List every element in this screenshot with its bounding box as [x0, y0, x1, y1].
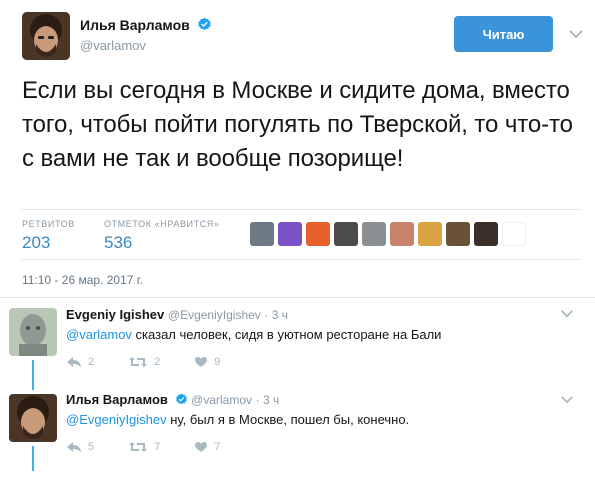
reply-author-name[interactable]: Илья Варламов @varlamov · 3 ч	[66, 392, 279, 407]
reply-time[interactable]: · 3 ч	[256, 393, 280, 407]
retweets-stat[interactable]: РЕТВИТОВ 203	[22, 219, 75, 253]
retweet-button[interactable]: 2	[128, 356, 160, 368]
author-handle[interactable]: @varlamov	[80, 38, 146, 53]
author-name[interactable]: Илья Варламов	[80, 17, 212, 33]
chevron-down-icon[interactable]	[560, 395, 574, 404]
reply-icon	[67, 357, 81, 367]
reply-actions: 2 2 9	[66, 356, 254, 368]
chevron-down-icon[interactable]	[560, 309, 574, 318]
liker-avatar[interactable]	[306, 222, 330, 246]
thread-line	[32, 446, 34, 471]
reply-time[interactable]: · 3 ч	[264, 308, 288, 322]
tweet-timestamp[interactable]: 11:10 - 26 мар. 2017 г.	[22, 273, 143, 287]
thread-line	[32, 360, 34, 390]
retweet-button[interactable]: 7	[128, 441, 160, 453]
reply-handle[interactable]: @varlamov	[191, 393, 252, 407]
likes-stat[interactable]: ОТМЕТОК «НРАВИТСЯ» 536	[104, 219, 220, 253]
reply-text: @varlamov сказал человек, сидя в уютном …	[66, 327, 442, 342]
verified-badge-icon	[175, 393, 187, 405]
likers-avatars	[250, 222, 526, 246]
heart-icon	[195, 442, 208, 452]
reply-avatar[interactable]	[9, 394, 57, 442]
chevron-down-icon[interactable]	[568, 29, 584, 39]
follow-button[interactable]: Читаю	[454, 16, 553, 52]
liker-avatar[interactable]	[390, 222, 414, 246]
liker-avatar[interactable]	[334, 222, 358, 246]
liker-avatar[interactable]	[502, 222, 526, 246]
reply-button[interactable]: 5	[66, 441, 94, 453]
reply-button[interactable]: 2	[66, 356, 94, 368]
liker-avatar[interactable]	[418, 222, 442, 246]
reply-handle[interactable]: @EvgeniyIgishev	[168, 308, 261, 322]
like-button[interactable]: 7	[194, 441, 220, 453]
like-button[interactable]: 9	[194, 356, 220, 368]
retweet-icon	[129, 442, 148, 452]
divider	[22, 209, 581, 210]
verified-badge-icon	[197, 17, 211, 31]
author-avatar[interactable]	[22, 12, 70, 60]
reply-actions: 5 7 7	[66, 441, 254, 453]
divider	[22, 259, 581, 260]
heart-icon	[195, 357, 208, 367]
tweet-text: Если вы сегодня в Москве и сидите дома, …	[22, 77, 573, 172]
liker-avatar[interactable]	[250, 222, 274, 246]
liker-avatar[interactable]	[278, 222, 302, 246]
mention-link[interactable]: @EvgeniyIgishev	[66, 412, 167, 427]
reply-avatar[interactable]	[9, 308, 57, 356]
reply-icon	[67, 442, 81, 452]
divider	[0, 297, 595, 298]
liker-avatar[interactable]	[362, 222, 386, 246]
reply-author-name[interactable]: Evgeniy Igishev @EvgeniyIgishev · 3 ч	[66, 307, 288, 322]
retweet-icon	[129, 357, 148, 367]
mention-link[interactable]: @varlamov	[66, 327, 132, 342]
liker-avatar[interactable]	[446, 222, 470, 246]
reply-text: @EvgeniyIgishev ну, был я в Москве, поше…	[66, 412, 410, 427]
liker-avatar[interactable]	[474, 222, 498, 246]
